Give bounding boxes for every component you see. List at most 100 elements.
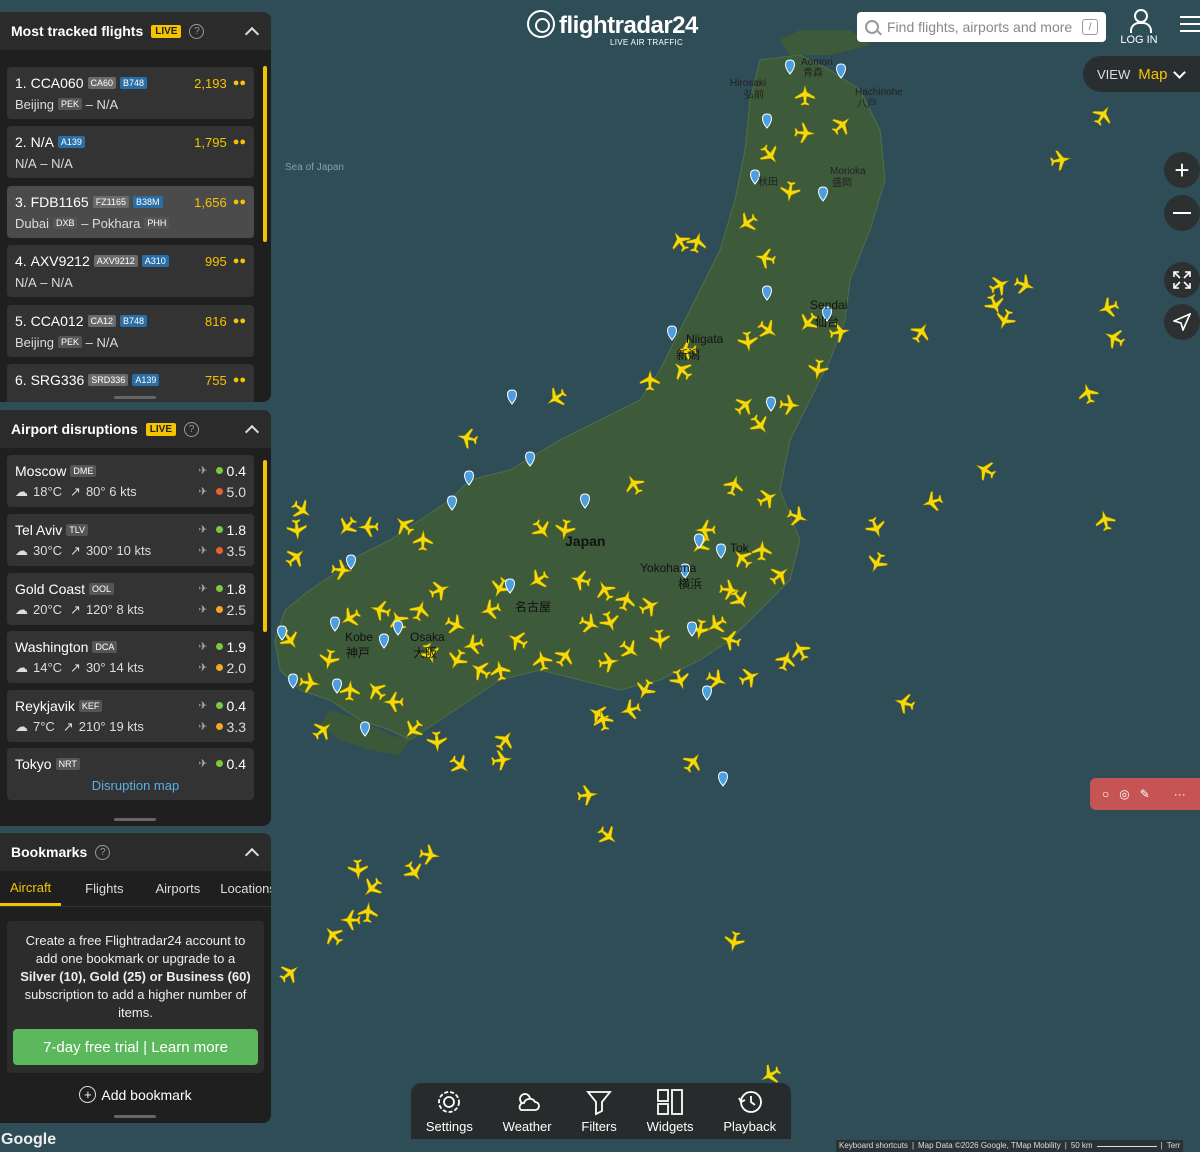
settings-button[interactable]: Settings — [426, 1088, 473, 1134]
tab-flights[interactable]: Flights — [75, 871, 133, 906]
fullscreen-button[interactable] — [1164, 262, 1200, 298]
city-label-aomori: Aomori — [801, 57, 833, 68]
disruption-item[interactable]: Reykjavik KEF ✈ 0.4 ☁ 7°C ↗ 210° 19 kts ✈ 3.3 — [7, 690, 254, 742]
arrival-plane-icon: ✈ — [198, 465, 208, 477]
flight-callsign: FDB1165 — [30, 194, 89, 210]
ai-icon[interactable]: ◎ — [1119, 787, 1129, 801]
departure-plane-icon: ✈ — [198, 721, 208, 733]
resize-handle[interactable] — [114, 1115, 156, 1118]
city-label-yokohama-jp: 横浜 — [678, 577, 702, 591]
arrival-index: 0.4 — [226, 462, 246, 479]
hamburger-menu-icon[interactable] — [1180, 16, 1200, 37]
pen-icon[interactable]: ✎ — [1140, 787, 1150, 801]
resize-handle[interactable] — [114, 818, 156, 821]
tracked-flight-item[interactable]: 4. AXV9212 AXV9212 A310 995 ●● N/A – N/A — [7, 245, 254, 297]
disruption-item[interactable]: Moscow DME ✈ 0.4 ☁ 18°C ↗ 80° 6 kts ✈ 5.0 — [7, 455, 254, 507]
weather-icon: ☁ — [15, 542, 28, 558]
zoom-in-button[interactable]: + — [1164, 152, 1200, 188]
tracked-flight-item[interactable]: 2. N/A A139 1,795 ●● N/A – N/A — [7, 126, 254, 178]
scale-bar — [1096, 1141, 1157, 1147]
tab-airports[interactable]: Airports — [145, 871, 210, 906]
scrollbar[interactable] — [263, 66, 267, 242]
airport-code: NRT — [55, 757, 80, 770]
resize-handle[interactable] — [114, 396, 156, 399]
help-icon[interactable]: ? — [95, 844, 111, 860]
most-tracked-panel: Most tracked flights LIVE ? 1. CCA060 CA6… — [0, 12, 271, 402]
flight-callsign: AXV9212 — [30, 253, 90, 269]
more-icon[interactable]: ··· — [1174, 787, 1186, 801]
search-input[interactable] — [887, 19, 1082, 35]
tab-aircraft[interactable]: Aircraft — [0, 871, 62, 906]
radar-icon — [527, 10, 555, 38]
disruption-item[interactable]: Gold Coast OOL ✈ 1.8 ☁ 20°C ↗ 120° 8 kts ✈ 2.5 — [7, 573, 254, 625]
people-icon: ●● — [232, 77, 246, 89]
disruption-item[interactable]: Washington DCA ✈ 1.9 ☁ 14°C ↗ 30° 14 kts ✈ 2.0 — [7, 631, 254, 683]
scale-label: 50 km — [1070, 1141, 1093, 1150]
origin-code: PEK — [58, 336, 83, 348]
disruption-map-link[interactable]: Disruption map — [0, 778, 271, 793]
disruptions-header[interactable]: Airport disruptions LIVE ? — [0, 410, 271, 448]
flightradar24-logo[interactable]: flightradar24 LIVE AIR TRAFFIC — [525, 8, 698, 47]
city-label-morioka: Morioka — [830, 166, 866, 177]
search-icon[interactable]: ○ — [1102, 787, 1109, 801]
arrival-plane-icon: ✈ — [198, 641, 208, 653]
chevron-down-icon — [1173, 65, 1187, 79]
arrival-status-dot — [215, 760, 223, 767]
bookmark-tabs: Aircraft Flights Airports Locations — [0, 871, 271, 907]
scrollbar[interactable] — [263, 460, 267, 632]
city-label-hachinohe: Hachinohe — [855, 87, 903, 98]
tab-locations[interactable]: Locations — [210, 871, 271, 906]
city-label-yokohama: Yokohama — [640, 561, 697, 575]
most-tracked-header[interactable]: Most tracked flights LIVE ? — [0, 12, 271, 50]
departure-index: 3.5 — [226, 542, 246, 559]
temperature: 20°C — [33, 602, 63, 617]
view-selector[interactable]: VIEW Map — [1083, 56, 1200, 92]
help-icon[interactable]: ? — [189, 23, 205, 39]
zoom-out-button[interactable] — [1164, 195, 1200, 231]
city-label-niigata: Niigata — [686, 332, 724, 346]
arrival-index: 0.4 — [226, 755, 246, 772]
flight-rank: 5. — [15, 313, 27, 329]
upsell-text: Create a free Flightradar24 account to a… — [20, 933, 251, 1020]
help-icon[interactable]: ? — [184, 421, 200, 437]
tracker-count: 2,193 — [194, 75, 227, 91]
airport-city: Washington — [15, 638, 89, 655]
aircraft-type-chip: B38M — [133, 196, 163, 208]
free-trial-button[interactable]: 7-day free trial | Learn more — [13, 1029, 258, 1065]
departure-status-dot — [215, 488, 223, 495]
departure-index: 2.0 — [226, 659, 246, 676]
disruption-item[interactable]: Tel Aviv TLV ✈ 1.8 ☁ 30°C ↗ 300° 10 kts ✈ 3.5 — [7, 514, 254, 566]
collapse-chevron-icon[interactable] — [244, 424, 260, 439]
weather-button[interactable]: Weather — [503, 1088, 552, 1134]
bookmarks-header[interactable]: Bookmarks ? — [0, 833, 271, 871]
widgets-button[interactable]: Widgets — [647, 1088, 694, 1134]
city-label-sendai: Sendai — [810, 298, 847, 312]
flight-rank: 1. — [15, 75, 27, 91]
add-bookmark-button[interactable]: + Add bookmark — [0, 1086, 271, 1103]
arrival-status-dot — [215, 643, 223, 650]
tracked-flight-item[interactable]: 5. CCA012 CA12 B748 816 ●● Beijing PEK – N/A — [7, 305, 254, 357]
flight-callsign: CCA060 — [30, 75, 84, 91]
collapse-chevron-icon[interactable] — [244, 847, 260, 862]
flight-number-chip: CA12 — [87, 315, 117, 327]
playback-button[interactable]: Playback — [723, 1088, 776, 1134]
collapse-chevron-icon[interactable] — [244, 26, 260, 41]
tracked-flight-item[interactable]: 1. CCA060 CA60 B748 2,193 ●● Beijing PEK – N/A — [7, 67, 254, 119]
tracked-flight-item[interactable]: 3. FDB1165 FZ1165 B38M 1,656 ●● Dubai DXB – Po… — [7, 186, 254, 238]
flight-rank: 3. — [15, 194, 27, 210]
city-label-aomori-jp: 青森 — [803, 66, 823, 79]
locate-me-button[interactable] — [1164, 304, 1200, 340]
search-box[interactable]: / — [857, 12, 1106, 42]
google-logo: Google — [1, 1131, 57, 1148]
keyboard-shortcuts-link[interactable]: Keyboard shortcuts — [839, 1141, 908, 1151]
departure-status-dot — [215, 547, 223, 554]
filters-button[interactable]: Filters — [581, 1088, 617, 1134]
brand-name: flightradar24 — [559, 12, 698, 39]
annotation-toolbar[interactable]: ○ ◎ ✎ ··· — [1090, 778, 1200, 810]
brand-tagline: LIVE AIR TRAFFIC — [610, 38, 684, 47]
login-button[interactable]: LOG IN — [1118, 8, 1160, 46]
people-icon: ●● — [232, 255, 246, 267]
terms-link[interactable]: Terr — [1167, 1141, 1181, 1151]
temperature: 7°C — [33, 719, 55, 734]
panel-title: Bookmarks — [11, 844, 88, 860]
